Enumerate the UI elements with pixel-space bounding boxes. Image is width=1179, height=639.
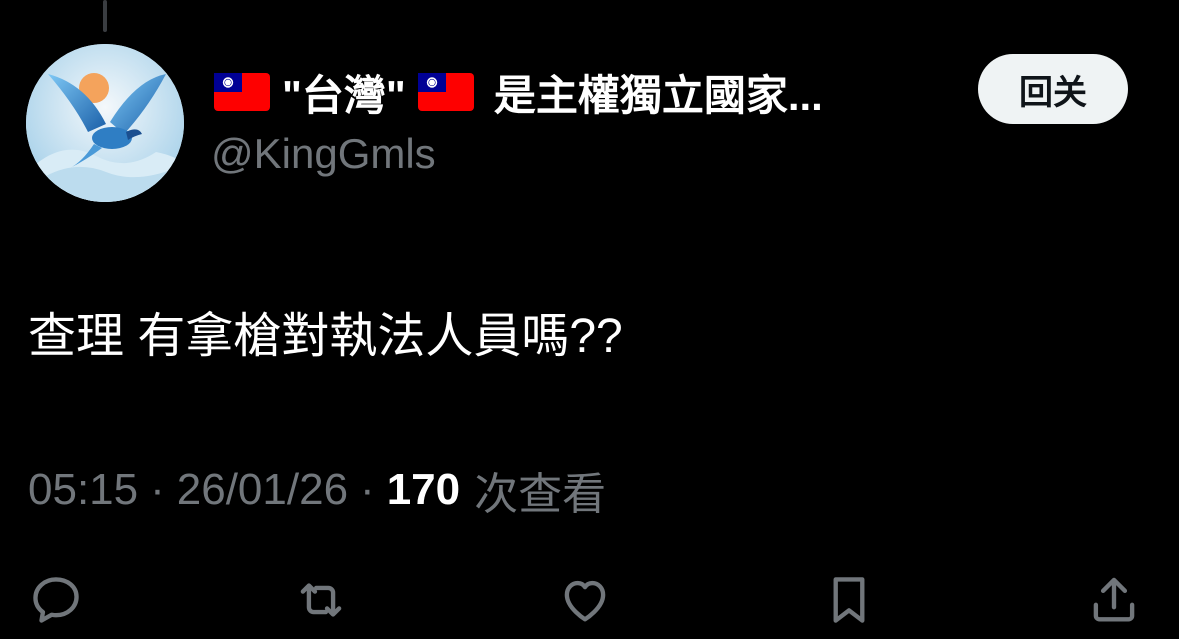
tweet-date[interactable]: 26/01/26 (177, 465, 348, 515)
view-label: 次查看 (474, 470, 607, 519)
bookmark-button[interactable] (817, 568, 881, 632)
reply-icon (33, 577, 79, 623)
tweet-time[interactable]: 05:15 (28, 465, 138, 515)
separator-dot: · (150, 465, 165, 514)
view-count[interactable]: 170 (387, 465, 460, 515)
display-name-part-2: 是主權獨立國家... (493, 71, 823, 119)
display-name-row[interactable]: "台灣" 是主權獨立國家... (214, 62, 823, 122)
follow-back-button[interactable]: 回关 (978, 54, 1128, 124)
share-icon (1093, 577, 1135, 622)
tweet-action-bar (0, 568, 1179, 632)
thread-connector-line (103, 0, 107, 32)
display-name-part-1: "台灣" (282, 71, 406, 119)
bird-avatar-image (26, 44, 184, 202)
tweet-text: 查理 有拿槍對執法人員嗎?? (28, 310, 623, 363)
share-button[interactable] (1082, 568, 1146, 632)
reply-button[interactable] (24, 568, 88, 632)
retweet-icon (300, 583, 342, 617)
taiwan-flag-icon (214, 73, 270, 111)
retweet-button[interactable] (289, 568, 353, 632)
tweet-metadata: 05:15 · 26/01/26 · 170 次查看 (28, 458, 606, 522)
user-handle[interactable]: @KingGmls (211, 130, 436, 178)
like-button[interactable] (553, 568, 617, 632)
like-icon (564, 580, 606, 622)
separator-dot: · (360, 465, 375, 514)
avatar[interactable] (26, 44, 184, 202)
bookmark-icon (833, 577, 865, 623)
taiwan-flag-icon (417, 73, 474, 111)
